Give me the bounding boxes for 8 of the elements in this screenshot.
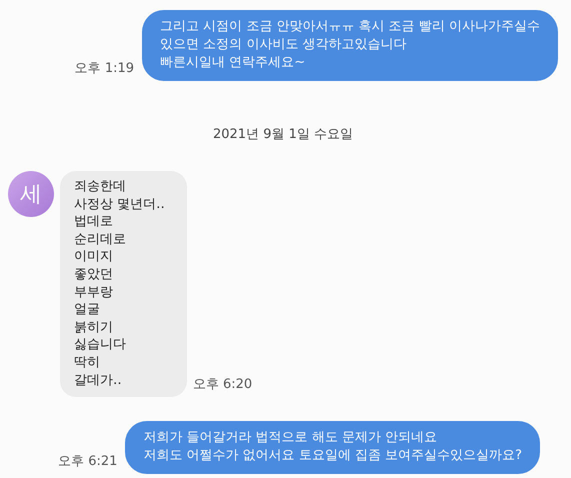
message-time: 오후 6:20 xyxy=(192,376,252,394)
date-divider: 2021년 9월 1일 수요일 xyxy=(212,126,354,143)
message-time: 오후 6:21 xyxy=(58,453,118,472)
avatar[interactable]: 세 xyxy=(8,171,54,217)
message-time: 오후 1:19 xyxy=(74,60,134,78)
received-message: 죄송한데 사정상 몇년더‥ 법데로 순리데로 이미지 좋았던 부부랑 얼굴 붉히기 싫습니다 딱히 갈데가‥ xyxy=(60,171,187,398)
sent-message: 저희가 들어갈거라 법적으로 해도 문제가 안되네요 저희도 어쩔수가 없어서요 토요일에 집좀 보여주실수있으실까요? xyxy=(125,421,540,474)
sent-message: 그리고 시점이 조금 안맞아서ㅠㅠ 혹시 조금 빨리 이사나가주실수 있으면 소정의 이사비도 생각하고있습니다 빠른시일내 연락주세요~ xyxy=(142,10,558,81)
